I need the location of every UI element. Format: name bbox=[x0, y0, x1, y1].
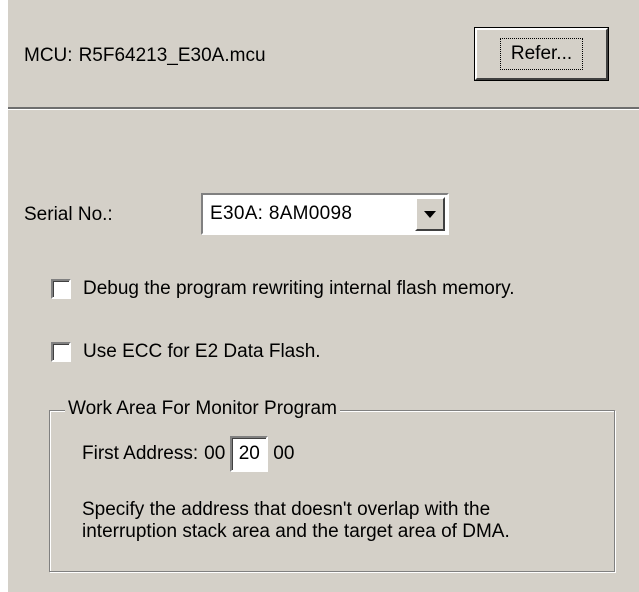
separator-highlight bbox=[8, 109, 639, 110]
chevron-down-icon bbox=[424, 210, 436, 218]
work-area-group bbox=[49, 410, 615, 572]
address-prefix: 00 bbox=[204, 443, 226, 464]
address-suffix: 00 bbox=[273, 443, 295, 464]
first-address-row: First Address: 00 20 00 bbox=[82, 436, 294, 472]
work-area-title: Work Area For Monitor Program bbox=[65, 398, 340, 420]
use-ecc-label: Use ECC for E2 Data Flash. bbox=[83, 341, 321, 362]
serial-label: Serial No.: bbox=[24, 204, 113, 225]
serial-number-select[interactable]: E30A: 8AM0098 bbox=[201, 193, 449, 235]
work-area-note: Specify the address that doesn't overlap… bbox=[82, 499, 602, 543]
use-ecc-option[interactable]: Use ECC for E2 Data Flash. bbox=[51, 341, 321, 363]
refer-button[interactable]: Refer... bbox=[474, 27, 609, 81]
refer-button-label: Refer... bbox=[499, 38, 584, 70]
use-ecc-checkbox[interactable] bbox=[51, 342, 71, 362]
mcu-label: MCU: bbox=[24, 45, 73, 66]
serial-selected-value: E30A: 8AM0098 bbox=[210, 203, 353, 224]
address-input[interactable]: 20 bbox=[230, 436, 269, 472]
mcu-section: MCU: R5F64213_E30A.mcu Refer... bbox=[8, 0, 639, 107]
debug-flash-option[interactable]: Debug the program rewriting internal fla… bbox=[51, 278, 515, 300]
mcu-file-name: R5F64213_E30A.mcu bbox=[78, 45, 266, 66]
mcu-info: MCU: R5F64213_E30A.mcu bbox=[24, 45, 266, 67]
settings-panel: MCU: R5F64213_E30A.mcu Refer... Serial No… bbox=[8, 0, 639, 592]
debug-flash-label: Debug the program rewriting internal fla… bbox=[83, 278, 515, 299]
note-line-1: Specify the address that doesn't overlap… bbox=[82, 499, 491, 520]
note-line-2: interruption stack area and the target a… bbox=[82, 521, 510, 542]
dropdown-button[interactable] bbox=[415, 197, 445, 231]
debug-flash-checkbox[interactable] bbox=[51, 279, 71, 299]
first-address-label: First Address: bbox=[82, 443, 199, 464]
